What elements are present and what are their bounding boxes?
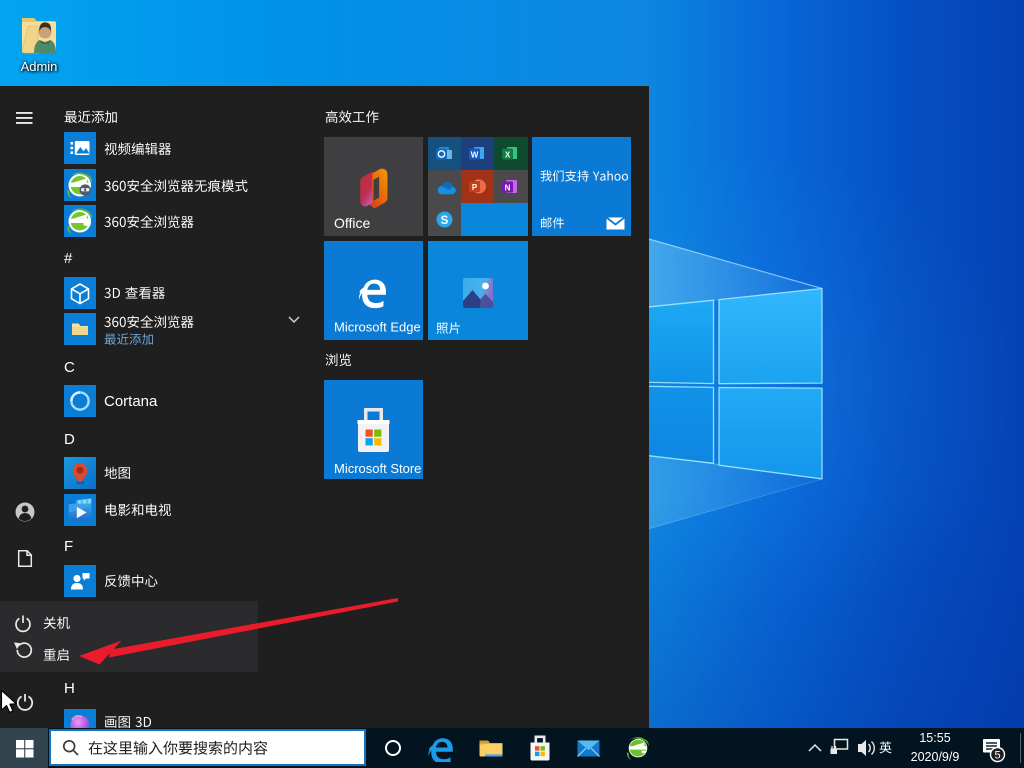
svg-text:S: S (441, 215, 449, 227)
svg-text:Office: Office (334, 215, 371, 231)
svg-text:W: W (471, 150, 479, 159)
svg-text:N: N (505, 183, 511, 192)
svg-text:P: P (472, 183, 478, 192)
svg-text:Microsoft Store: Microsoft Store (334, 461, 421, 476)
svg-text:X: X (505, 150, 511, 159)
svg-text:5: 5 (995, 750, 1001, 762)
svg-text:Microsoft Edge: Microsoft Edge (334, 320, 421, 335)
